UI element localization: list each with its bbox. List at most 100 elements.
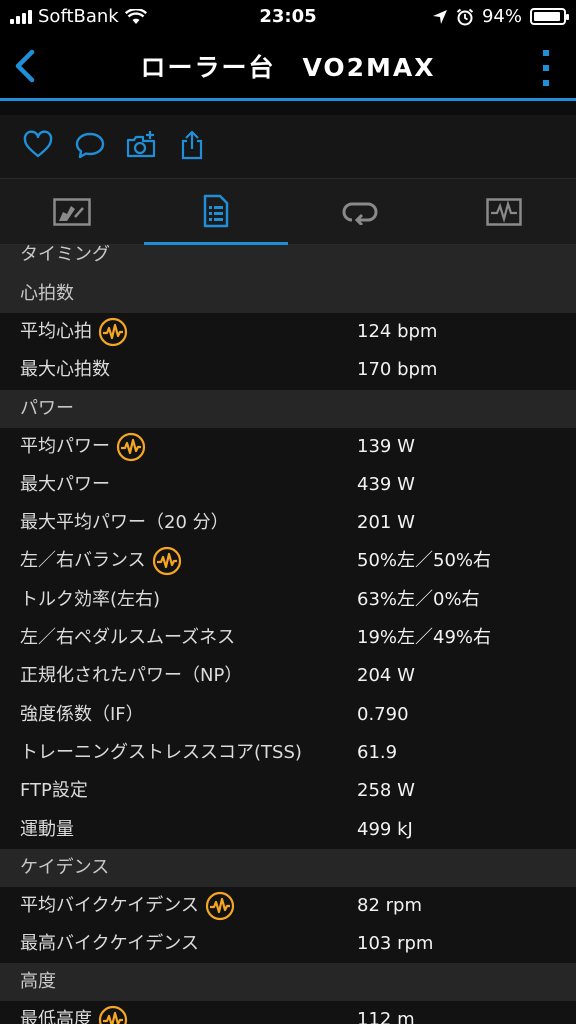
location-arrow-icon (432, 9, 447, 24)
camera-add-icon[interactable] (125, 129, 157, 161)
comment-icon[interactable] (74, 129, 106, 161)
status-right: 94% (432, 6, 569, 27)
heart-icon[interactable] (22, 129, 54, 161)
share-icon[interactable] (176, 129, 208, 161)
stat-label-text: 正規化されたパワー（NP） (20, 665, 243, 687)
stat-label: 左／右ペダルスムーズネス (20, 619, 235, 657)
stat-label: 強度係数（IF） (20, 696, 144, 734)
pulse-badge-icon (116, 432, 146, 461)
alarm-icon (456, 8, 474, 25)
pulse-badge-icon (205, 891, 235, 920)
section-header: ケイデンス (0, 848, 576, 887)
back-chevron-icon[interactable] (8, 46, 48, 86)
stat-row: 正規化されたパワー（NP） 204 W (0, 657, 576, 695)
stat-label: FTP設定 (20, 772, 88, 810)
stat-label-text: 平均心拍 (20, 321, 92, 342)
section-header: パワー (0, 389, 576, 428)
stat-value: 63%左／0%右 (357, 588, 480, 610)
stat-label-text: 最大心拍数 (20, 359, 110, 381)
stat-row: 最大パワー 439 W (0, 466, 576, 504)
battery-icon (530, 8, 569, 25)
stat-value: 124 bpm (357, 321, 438, 342)
stat-label-text: 左／右バランス (20, 550, 146, 572)
section-header: タイミング (0, 245, 576, 275)
stat-row: 最低高度 112 m (0, 1001, 576, 1024)
stat-label: 左／右バランス (20, 542, 182, 580)
tab-map[interactable] (0, 179, 144, 245)
stat-row: トルク効率(左右) 63%左／0%右 (0, 581, 576, 619)
stat-row: 最大平均パワー（20 分） 201 W (0, 504, 576, 542)
stat-label-text: トレーニングストレススコア(TSS) (20, 741, 302, 763)
stat-label: トルク効率(左右) (20, 581, 160, 619)
stat-value: 170 bpm (357, 359, 438, 381)
stat-value: 82 rpm (357, 894, 422, 916)
section-header: 高度 (0, 963, 576, 1002)
activity-stats: タイミング 心拍数 平均心拍 124 bpm 最大心拍数 170 bpm パワー 平均パワ… (0, 245, 576, 1024)
stat-label-text: 運動量 (20, 818, 74, 840)
section-header: 心拍数 (0, 275, 576, 313)
stat-label: 最大心拍数 (20, 351, 110, 389)
stat-label: 正規化されたパワー（NP） (20, 657, 242, 695)
stat-label-text: 強度係数（IF） (20, 703, 144, 725)
page-title: ローラー台 VO2MAX (140, 53, 436, 82)
stat-label-text: 左／右ペダルスムーズネス (20, 627, 236, 649)
stat-value: 19%左／49%右 (357, 627, 492, 649)
stat-row: 左／右バランス 50%左／50%右 (0, 542, 576, 580)
stat-row: 平均心拍 124 bpm (0, 313, 576, 351)
navigation-bar: ローラー台 VO2MAX (0, 34, 576, 98)
pulse-badge-icon (98, 317, 128, 347)
stat-label: 運動量 (20, 811, 74, 849)
stat-row: トレーニングストレススコア(TSS) 61.9 (0, 734, 576, 772)
stat-value: 499 kJ (357, 818, 413, 840)
stat-value: 204 W (357, 665, 415, 687)
stat-value: 0.790 (357, 703, 409, 725)
stat-row: 最高バイクケイデンス 103 rpm (0, 925, 576, 963)
stat-value: 258 W (357, 780, 415, 802)
stat-label: 最大パワー (20, 466, 110, 504)
stat-label-text: 最低高度 (20, 1009, 92, 1024)
stat-label: トレーニングストレススコア(TSS) (20, 734, 302, 772)
stat-value: 103 rpm (357, 933, 434, 955)
stat-label-text: トルク効率(左右) (20, 588, 161, 610)
stat-label-text: 平均パワー (20, 435, 110, 457)
stat-row: 運動量 499 kJ (0, 811, 576, 849)
tab-charts[interactable] (432, 179, 576, 245)
stat-label: 平均パワー (20, 428, 146, 466)
stat-row: 強度係数（IF） 0.790 (0, 696, 576, 734)
stat-row: 平均バイクケイデンス 82 rpm (0, 887, 576, 925)
stat-value: 139 W (357, 435, 415, 457)
loop-icon (342, 202, 378, 225)
tab-bar (0, 178, 576, 245)
stat-row: FTP設定 258 W (0, 772, 576, 810)
action-bar (0, 101, 576, 178)
map-icon (53, 198, 91, 226)
stat-value: 201 W (357, 512, 415, 534)
battery-percent: 94% (481, 6, 522, 27)
stat-label-text: FTP設定 (20, 780, 88, 802)
waveform-chart-icon (486, 198, 522, 226)
tab-stats[interactable] (144, 179, 288, 245)
pulse-badge-icon (98, 1006, 128, 1024)
stat-value: 50%左／50%右 (357, 550, 492, 572)
stat-label-text: 最大パワー (20, 473, 110, 495)
stat-label: 最大平均パワー（20 分） (20, 504, 229, 542)
stat-value: 61.9 (357, 741, 398, 763)
stat-label: 最低高度 (20, 1001, 128, 1024)
stat-value: 439 W (357, 473, 415, 495)
stat-label-text: 平均バイクケイデンス (20, 894, 199, 916)
stat-label-text: 最大平均パワー（20 分） (20, 512, 229, 534)
document-list-icon (203, 194, 229, 227)
stat-label: 平均バイクケイデンス (20, 887, 235, 925)
stat-row: 最大心拍数 170 bpm (0, 351, 576, 389)
tab-laps[interactable] (288, 179, 432, 245)
stat-label: 平均心拍 (20, 313, 128, 351)
stat-row: 左／右ペダルスムーズネス 19%左／49%右 (0, 619, 576, 657)
stats-sections: 心拍数 平均心拍 124 bpm 最大心拍数 170 bpm パワー 平均パワー 139 … (0, 275, 576, 1024)
pulse-badge-icon (152, 547, 181, 576)
status-bar: SoftBank 23:05 94% (0, 0, 576, 34)
stat-row: 平均パワー 139 W (0, 428, 576, 466)
stat-label-text: 最高バイクケイデンス (20, 933, 199, 955)
more-vertical-icon[interactable] (536, 48, 556, 88)
stat-value: 112 m (357, 1009, 415, 1024)
stat-label: 最高バイクケイデンス (20, 925, 199, 963)
